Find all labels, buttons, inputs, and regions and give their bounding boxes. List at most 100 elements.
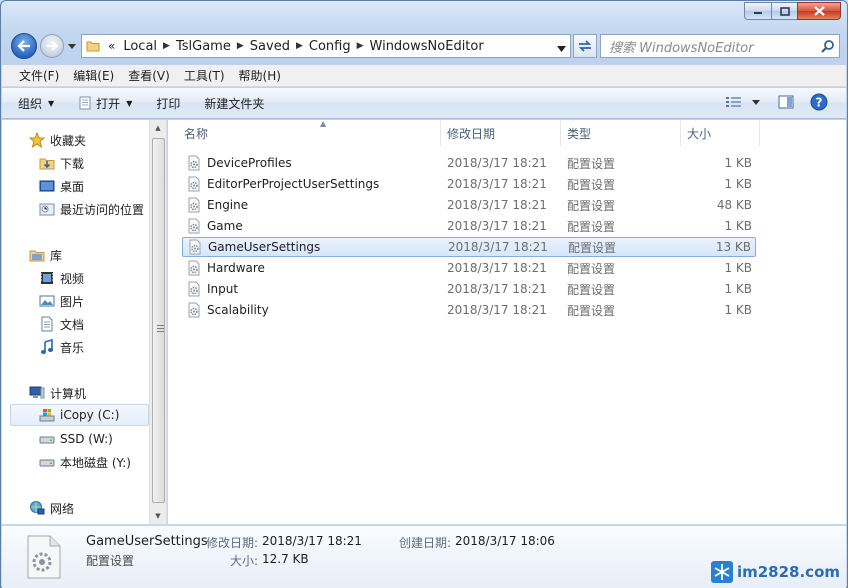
breadcrumb-separator-icon[interactable]: ▶: [237, 41, 244, 51]
file-name-cell[interactable]: Scalability: [186, 302, 269, 318]
address-bar[interactable]: « Local ▶ TslGame ▶ Saved ▶ Config ▶ Win…: [81, 34, 571, 58]
menu-tools[interactable]: 工具(T): [177, 67, 232, 84]
file-name-cell[interactable]: GameUserSettings: [187, 239, 320, 255]
print-button[interactable]: 打印: [156, 95, 180, 112]
notepad-icon: [78, 96, 92, 110]
file-type: 配置设置: [567, 198, 616, 213]
nav-computer[interactable]: 计算机: [28, 382, 86, 404]
nav-documents-label: 文档: [60, 317, 85, 332]
watermark-text: im2828.com: [736, 563, 840, 581]
file-name-cell[interactable]: Hardware: [186, 260, 265, 276]
scroll-thumb[interactable]: [152, 138, 165, 503]
search-input[interactable]: 搜索 WindowsNoEditor: [601, 37, 817, 56]
snowflake-logo-icon: [710, 561, 733, 583]
watermark: im2828.com: [710, 561, 840, 583]
breadcrumb-windowsnoeditor[interactable]: WindowsNoEditor: [370, 39, 484, 54]
config-file-icon: [186, 176, 202, 192]
column-name-label: 名称: [184, 126, 209, 141]
scroll-up-icon[interactable]: ▲: [150, 120, 166, 136]
file-name-cell[interactable]: DeviceProfiles: [186, 155, 292, 171]
refresh-button[interactable]: [573, 34, 597, 58]
menu-help[interactable]: 帮助(H): [232, 67, 288, 84]
nav-network[interactable]: 网络: [28, 497, 74, 519]
minimize-button[interactable]: [744, 2, 771, 20]
search-box[interactable]: 搜索 WindowsNoEditor: [600, 34, 840, 58]
preview-pane-button[interactable]: [778, 95, 794, 109]
file-type: 配置设置: [567, 219, 616, 234]
file-row[interactable]: Input 2018/3/17 18:21 配置设置 1 KB: [182, 279, 756, 299]
menu-edit[interactable]: 编辑(E): [66, 67, 121, 84]
breadcrumb-config[interactable]: Config: [309, 39, 351, 54]
breadcrumb-saved[interactable]: Saved: [250, 39, 290, 54]
nav-favorites[interactable]: 收藏夹: [28, 129, 86, 151]
address-overflow[interactable]: «: [108, 39, 115, 53]
file-row[interactable]: Scalability 2018/3/17 18:21 配置设置 1 KB: [182, 300, 756, 320]
nav-music[interactable]: 音乐: [38, 336, 84, 358]
address-dropdown-button[interactable]: [557, 41, 566, 55]
file-date: 2018/3/17 18:21: [447, 261, 547, 275]
nav-drive-w[interactable]: SSD (W:): [38, 428, 113, 450]
nav-desktop[interactable]: 桌面: [38, 175, 84, 197]
nav-drive-y-label: 本地磁盘 (Y:): [60, 455, 131, 470]
new-folder-button[interactable]: 新建文件夹: [204, 95, 264, 112]
open-button[interactable]: 打开 ▼: [78, 95, 132, 112]
breadcrumb-separator-icon[interactable]: ▶: [357, 41, 364, 51]
file-name-cell[interactable]: EditorPerProjectUserSettings: [186, 176, 379, 192]
nav-videos[interactable]: 视频: [38, 267, 84, 289]
config-file-icon: [186, 281, 202, 297]
navigation-pane: 收藏夹 下载 桌面 最近访问的位置 库 视频 图片 文档 音乐 计算机 iCop…: [2, 120, 167, 524]
nav-computer-label: 计算机: [50, 386, 87, 401]
nav-favorites-label: 收藏夹: [50, 133, 87, 148]
search-icon[interactable]: [817, 39, 839, 53]
nav-recent-places[interactable]: 最近访问的位置: [38, 198, 144, 220]
file-name: DeviceProfiles: [207, 156, 292, 170]
forward-button[interactable]: [40, 34, 64, 58]
column-size-label: 大小: [687, 126, 712, 141]
file-row[interactable]: GameUserSettings 2018/3/17 18:21 配置设置 13 KB: [182, 237, 756, 257]
change-view-button[interactable]: [726, 96, 742, 108]
menu-view[interactable]: 查看(V): [121, 67, 177, 84]
nav-drive-c[interactable]: iCopy (C:): [10, 404, 149, 426]
details-size-label: 大小:: [230, 554, 259, 568]
organize-button[interactable]: 组织 ▼: [18, 95, 54, 112]
column-header-type[interactable]: 类型: [560, 120, 680, 146]
maximize-button[interactable]: [771, 2, 797, 20]
file-name-cell[interactable]: Game: [186, 218, 243, 234]
file-size: 1 KB: [724, 177, 752, 191]
file-row[interactable]: EditorPerProjectUserSettings 2018/3/17 18…: [182, 174, 756, 194]
nav-scrollbar[interactable]: ▲ ▼: [149, 120, 166, 524]
column-header-name[interactable]: 名称 ▲: [184, 119, 440, 146]
print-label: 打印: [156, 96, 181, 111]
menu-bar: 文件(F) 编辑(E) 查看(V) 工具(T) 帮助(H): [2, 65, 846, 87]
column-header-date[interactable]: 修改日期: [440, 120, 560, 146]
nav-documents[interactable]: 文档: [38, 313, 84, 335]
nav-downloads[interactable]: 下载: [38, 152, 84, 174]
view-options-dropdown[interactable]: [752, 99, 760, 105]
file-row[interactable]: Engine 2018/3/17 18:21 配置设置 48 KB: [182, 195, 756, 215]
breadcrumb-tslgame[interactable]: TslGame: [176, 39, 231, 54]
breadcrumb-separator-icon[interactable]: ▶: [296, 41, 303, 51]
view-details-icon: [726, 97, 741, 107]
file-row[interactable]: Hardware 2018/3/17 18:21 配置设置 1 KB: [182, 258, 756, 278]
nav-drive-y[interactable]: 本地磁盘 (Y:): [38, 451, 131, 473]
new-folder-label: 新建文件夹: [204, 96, 265, 111]
close-button[interactable]: [797, 2, 841, 20]
recent-pages-button[interactable]: [67, 40, 77, 52]
file-name-cell[interactable]: Engine: [186, 197, 248, 213]
nav-pictures[interactable]: 图片: [38, 290, 84, 312]
music-note-icon: [38, 338, 56, 356]
minimize-icon: [754, 12, 762, 14]
breadcrumb-local[interactable]: Local: [123, 39, 157, 54]
scroll-down-icon[interactable]: ▼: [150, 508, 166, 524]
back-button[interactable]: [11, 33, 37, 59]
system-drive-icon: [38, 406, 56, 424]
chevron-down-icon: [68, 43, 76, 49]
help-button[interactable]: ?: [810, 93, 828, 111]
menu-file[interactable]: 文件(F): [12, 67, 66, 84]
file-row[interactable]: DeviceProfiles 2018/3/17 18:21 配置设置 1 KB: [182, 153, 756, 173]
file-row[interactable]: Game 2018/3/17 18:21 配置设置 1 KB: [182, 216, 756, 236]
column-header-size[interactable]: 大小: [680, 120, 760, 146]
breadcrumb-separator-icon[interactable]: ▶: [163, 41, 170, 51]
nav-libraries[interactable]: 库: [28, 244, 62, 266]
file-name-cell[interactable]: Input: [186, 281, 238, 297]
